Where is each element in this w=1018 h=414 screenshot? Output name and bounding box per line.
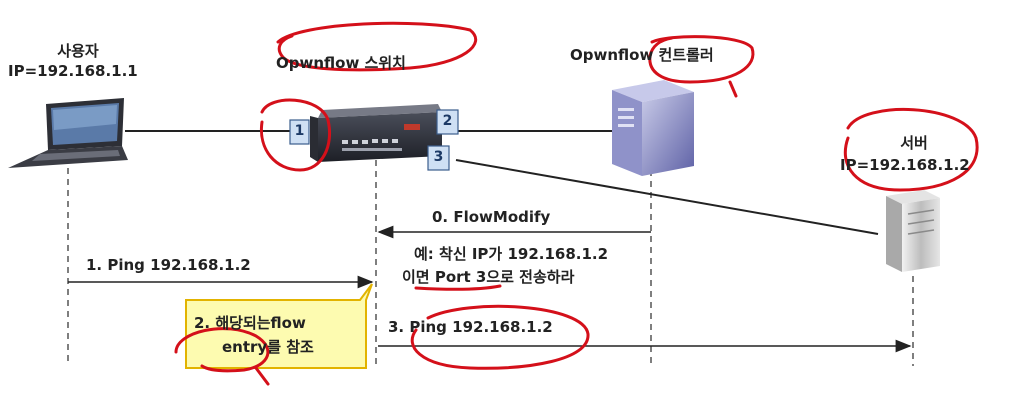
annotation-circle-ping3 xyxy=(410,304,590,370)
laptop-icon xyxy=(8,98,128,168)
flow-modify-example-line2: 이면 Port 3으로 전송하라 xyxy=(402,268,575,286)
callout-line2: entry를 참조 xyxy=(222,338,314,356)
diagram-canvas xyxy=(8,21,979,386)
controller-title: Opwnflow 컨트롤러 xyxy=(570,46,714,64)
server-title: 서버 xyxy=(900,134,928,152)
flow-modify-example-line1: 예: 착신 IP가 192.168.1.2 xyxy=(414,245,609,263)
server-ip: IP=192.168.1.2 xyxy=(840,156,970,174)
port-3-label: 3 xyxy=(433,149,444,165)
user-ip: IP=192.168.1.1 xyxy=(8,62,138,80)
server-tower-icon xyxy=(612,80,694,176)
callout-line1: 2. 해당되는flow xyxy=(194,314,306,332)
server-rack-icon xyxy=(886,190,940,272)
ping3-label: 3. Ping 192.168.1.2 xyxy=(388,318,553,336)
switch-title: Opwnflow 스위치 xyxy=(276,54,406,72)
flow-modify-label: 0. FlowModify xyxy=(432,208,551,226)
openflow-diagram: 사용자 IP=192.168.1.1 Opwnflow 스위치 Opwnflow… xyxy=(0,0,1018,414)
ping1-label: 1. Ping 192.168.1.2 xyxy=(86,256,251,274)
user-title: 사용자 xyxy=(57,42,99,60)
port-1-label: 1 xyxy=(294,123,305,139)
port-2-label: 2 xyxy=(442,113,453,129)
